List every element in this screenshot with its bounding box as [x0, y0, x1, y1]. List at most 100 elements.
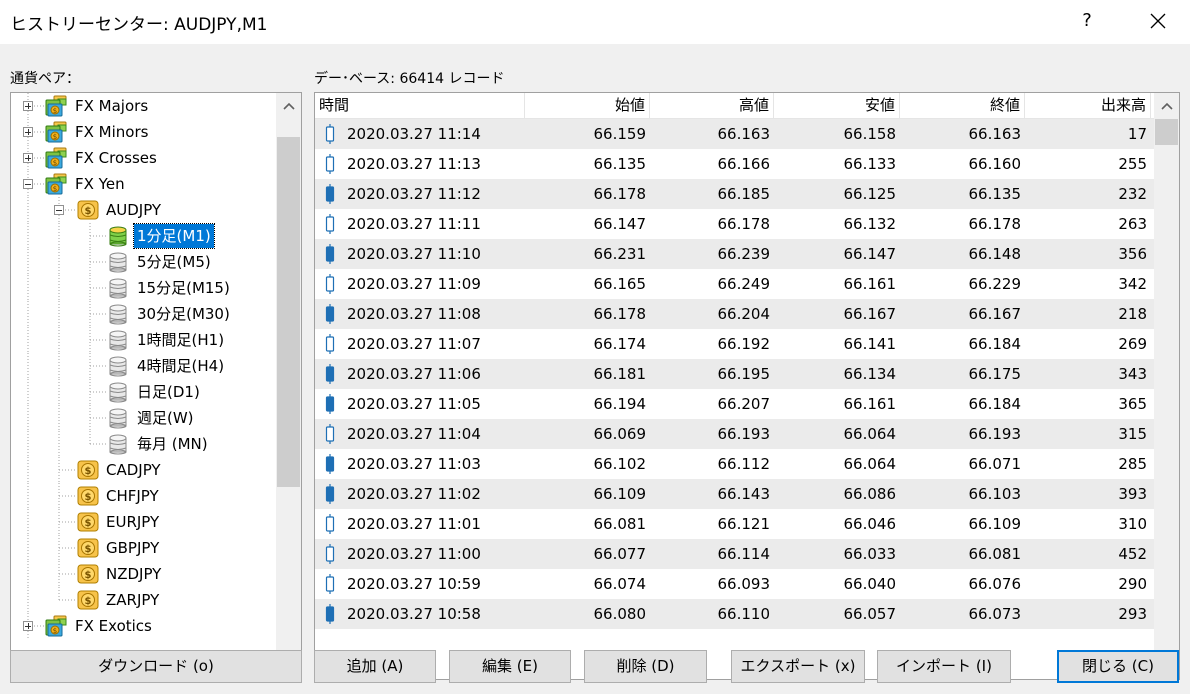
edit-button[interactable]: 編集 (E)	[449, 650, 571, 683]
cell-high: 66.143	[717, 485, 771, 503]
close-window-button[interactable]	[1136, 6, 1180, 38]
table-row[interactable]: 2020.03.27 10:58 66.080 66.110 66.057 66.073…	[315, 599, 1155, 629]
svg-text:$: $	[53, 107, 57, 115]
table-row[interactable]: 2020.03.27 11:06 66.181 66.195 66.134 66.175…	[315, 359, 1155, 389]
tree-item[interactable]: $ FX Majors	[11, 93, 277, 119]
expand-icon[interactable]	[23, 101, 33, 111]
tree-item[interactable]: $ NZDJPY	[11, 561, 277, 587]
collapse-icon[interactable]	[54, 205, 64, 215]
tree-scrollbar[interactable]	[276, 93, 301, 679]
bearish-candle-icon	[325, 454, 335, 474]
table-row[interactable]: 2020.03.27 11:02 66.109 66.143 66.086 66.103…	[315, 479, 1155, 509]
table-row[interactable]: 2020.03.27 10:59 66.074 66.093 66.040 66.076…	[315, 569, 1155, 599]
tree-item[interactable]: 15分足(M15)	[11, 275, 277, 301]
help-button[interactable]: ?	[1065, 6, 1109, 38]
table-row[interactable]: 2020.03.27 11:01 66.081 66.121 66.046 66.109…	[315, 509, 1155, 539]
cell-low: 66.064	[843, 455, 897, 473]
tree-item[interactable]: 1時間足(H1)	[11, 327, 277, 353]
tree-item[interactable]: $ FX Yen	[11, 171, 277, 197]
bearish-candle-icon	[325, 484, 335, 504]
tree-item[interactable]: 4時間足(H4)	[11, 353, 277, 379]
cell-time: 2020.03.27 11:02	[347, 485, 481, 503]
export-button[interactable]: エクスポート (x)	[731, 650, 865, 683]
add-button[interactable]: 追加 (A)	[314, 650, 436, 683]
tree-item[interactable]: 30分足(M30)	[11, 301, 277, 327]
tree-item[interactable]: 週足(W)	[11, 405, 277, 431]
import-button[interactable]: インポート (I)	[877, 650, 1011, 683]
tree-item[interactable]: $ CHFJPY	[11, 483, 277, 509]
symbol-tree[interactable]: $ FX Majors $ FX Minors $ FX Crosses $ FX Yen $ A…	[10, 92, 302, 680]
tree-item[interactable]: 毎月 (MN)	[11, 431, 277, 457]
cell-open: 66.069	[593, 425, 647, 443]
tree-item[interactable]: $ FX Minors	[11, 119, 277, 145]
column-header[interactable]: 終値	[900, 93, 1025, 119]
cell-low: 66.158	[843, 125, 897, 143]
tree-item[interactable]: $ FX Exotics	[11, 613, 277, 639]
table-row[interactable]: 2020.03.27 11:10 66.231 66.239 66.147 66.148…	[315, 239, 1155, 269]
tree-item-label: FX Exotics	[75, 617, 152, 635]
svg-text:$: $	[53, 159, 57, 167]
folder-icon: $	[45, 615, 69, 637]
table-row[interactable]: 2020.03.27 11:13 66.135 66.166 66.133 66.160…	[315, 149, 1155, 179]
column-header[interactable]: 高値	[650, 93, 774, 119]
table-row[interactable]: 2020.03.27 11:08 66.178 66.204 66.167 66.167…	[315, 299, 1155, 329]
expand-icon[interactable]	[23, 127, 33, 137]
tree-item[interactable]: 1分足(M1)	[11, 223, 277, 249]
table-row[interactable]: 2020.03.27 11:14 66.159 66.163 66.158 66.163…	[315, 119, 1155, 149]
cell-close: 66.178	[968, 215, 1022, 233]
tree-item[interactable]: $ GBPJPY	[11, 535, 277, 561]
tree-item[interactable]: 5分足(M5)	[11, 249, 277, 275]
column-header[interactable]: 安値	[774, 93, 900, 119]
tree-item[interactable]: $ FX Crosses	[11, 145, 277, 171]
table-row[interactable]: 2020.03.27 11:00 66.077 66.114 66.033 66.081…	[315, 539, 1155, 569]
expand-icon[interactable]	[23, 621, 33, 631]
tree-scroll-thumb[interactable]	[277, 137, 300, 487]
cell-volume: 393	[1118, 485, 1147, 503]
cell-volume: 342	[1118, 275, 1147, 293]
table-scrollbar[interactable]	[1154, 93, 1179, 679]
table-row[interactable]: 2020.03.27 11:09 66.165 66.249 66.161 66.229…	[315, 269, 1155, 299]
database-icon	[107, 381, 131, 403]
history-table[interactable]: 時間 始値 高値 安値 終値 出来高 2020.03.27 11:14 66.159 66.1…	[314, 92, 1180, 680]
tree-item-label: FX Yen	[75, 175, 125, 193]
column-header[interactable]: 始値	[525, 93, 650, 119]
download-button[interactable]: ダウンロード (o)	[10, 650, 302, 683]
cell-volume: 269	[1118, 335, 1147, 353]
tree-item[interactable]: $ AUDJPY	[11, 197, 277, 223]
tree-item[interactable]: $ ZARJPY	[11, 587, 277, 613]
bearish-candle-icon	[325, 394, 335, 414]
database-icon	[107, 303, 131, 325]
svg-text:$: $	[85, 492, 92, 503]
title-bar: ヒストリーセンター: AUDJPY,M1 ?	[0, 0, 1190, 44]
cell-open: 66.135	[593, 155, 647, 173]
collapse-icon[interactable]	[23, 179, 33, 189]
table-row[interactable]: 2020.03.27 11:11 66.147 66.178 66.132 66.178…	[315, 209, 1155, 239]
cell-high: 66.121	[717, 515, 771, 533]
table-row[interactable]: 2020.03.27 11:07 66.174 66.192 66.141 66.184…	[315, 329, 1155, 359]
chevron-up-icon	[1160, 102, 1173, 110]
tree-scroll-up[interactable]	[276, 93, 301, 119]
delete-button[interactable]: 削除 (D)	[584, 650, 707, 683]
cell-open: 66.109	[593, 485, 647, 503]
column-header[interactable]: 出来高	[1025, 93, 1151, 119]
tree-item-label: FX Majors	[75, 97, 149, 115]
cell-close: 66.073	[968, 605, 1022, 623]
cell-close: 66.081	[968, 545, 1022, 563]
tree-item[interactable]: $ CADJPY	[11, 457, 277, 483]
tree-item[interactable]: $ EURJPY	[11, 509, 277, 535]
close-button[interactable]: 閉じる (C)	[1057, 650, 1179, 683]
table-row[interactable]: 2020.03.27 11:12 66.178 66.185 66.125 66.135…	[315, 179, 1155, 209]
table-scroll-up[interactable]	[1154, 93, 1179, 119]
cell-close: 66.071	[968, 455, 1022, 473]
close-icon	[1150, 13, 1166, 29]
expand-icon[interactable]	[23, 153, 33, 163]
column-header[interactable]: 時間	[315, 93, 525, 119]
table-row[interactable]: 2020.03.27 11:05 66.194 66.207 66.161 66.184…	[315, 389, 1155, 419]
help-icon: ?	[1082, 10, 1092, 31]
table-scroll-thumb[interactable]	[1155, 119, 1178, 145]
table-row[interactable]: 2020.03.27 11:03 66.102 66.112 66.064 66.071…	[315, 449, 1155, 479]
dollar-coin-icon: $	[76, 589, 100, 611]
cell-time: 2020.03.27 10:58	[347, 605, 481, 623]
tree-item[interactable]: 日足(D1)	[11, 379, 277, 405]
table-row[interactable]: 2020.03.27 11:04 66.069 66.193 66.064 66.193…	[315, 419, 1155, 449]
